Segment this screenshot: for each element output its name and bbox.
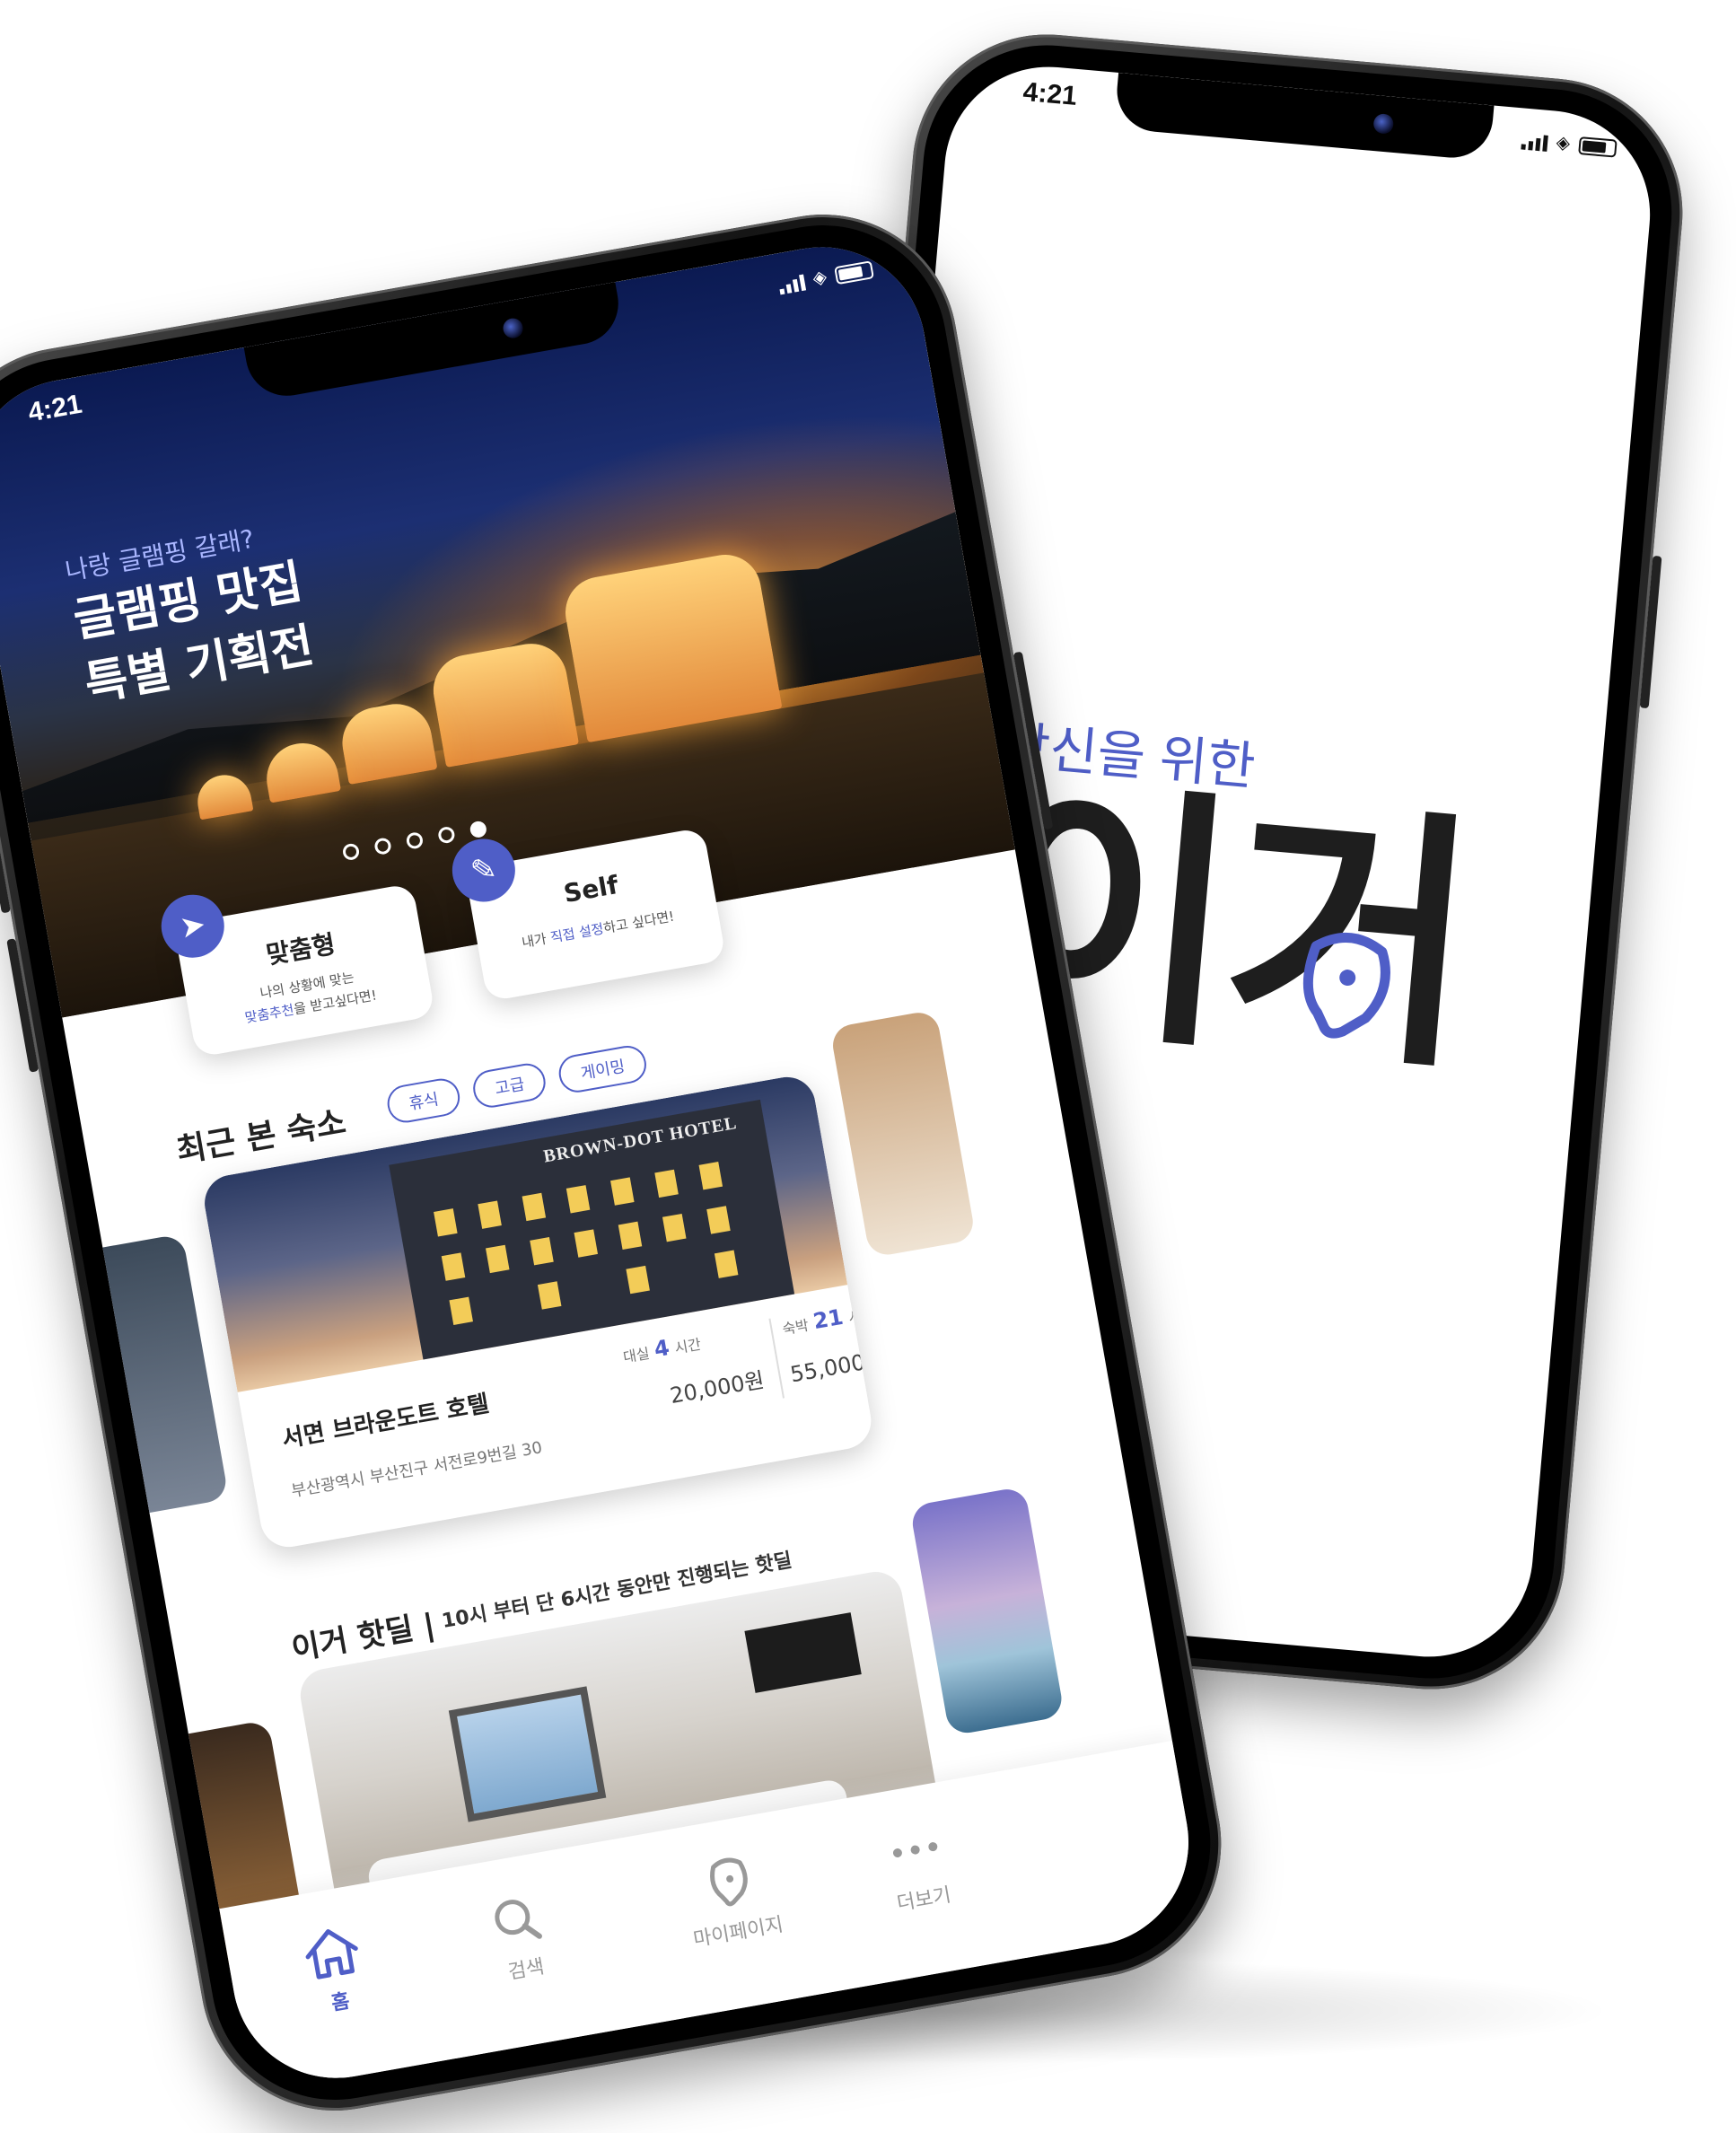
- tab-label: 검색: [506, 1955, 547, 1985]
- battery-icon: [1578, 136, 1618, 158]
- tab-mypage[interactable]: 마이페이지: [641, 1841, 824, 1959]
- rest-label: 대실: [621, 1344, 652, 1366]
- rest-unit: 시간: [673, 1335, 703, 1357]
- next-deal-card[interactable]: [909, 1486, 1065, 1736]
- carousel-dot[interactable]: [405, 830, 425, 850]
- carousel-dot[interactable]: [469, 820, 488, 839]
- mode-desc-highlight: 직접 설정: [548, 920, 605, 946]
- prev-hotel-card[interactable]: [66, 1233, 230, 1519]
- more-icon: [892, 1842, 938, 1858]
- tab-label: 더보기: [895, 1883, 953, 1916]
- status-time: 4:21: [1021, 76, 1079, 111]
- room-tv: [744, 1612, 862, 1693]
- glamping-tent: [427, 637, 580, 768]
- tag-chip[interactable]: 휴식: [384, 1075, 463, 1126]
- mode-desc-post: 하고 싶다면!: [601, 908, 676, 937]
- room-window: [448, 1686, 607, 1822]
- tab-home[interactable]: 홈: [261, 1915, 409, 2027]
- custom-mode-card[interactable]: ➤ 맞춤형 나의 상황에 맞는 맞춤추천을 받고싶다면!: [156, 882, 436, 1058]
- logo-pin-icon: [1302, 932, 1390, 1039]
- rest-hours: 4: [652, 1334, 671, 1363]
- hotel-name: 서면 브라운도트 호텔: [280, 1390, 492, 1453]
- stay-unit: 시 부터: [846, 1302, 876, 1327]
- carousel-dot[interactable]: [373, 837, 392, 856]
- status-time: 4:21: [25, 389, 84, 428]
- signal-icon: [1520, 133, 1548, 152]
- mode-desc-pre: 내가: [520, 929, 552, 952]
- status-bar: 4:21 ◈: [950, 67, 1658, 169]
- battery-icon: [834, 260, 874, 285]
- stay-label: 숙박: [781, 1316, 811, 1339]
- carousel-dot[interactable]: [341, 842, 361, 862]
- side-button: [1639, 555, 1662, 709]
- home-icon: [305, 1929, 358, 1979]
- tag-chip[interactable]: 게이밍: [556, 1042, 650, 1095]
- next-hotel-card[interactable]: [829, 1009, 977, 1259]
- carousel-dot[interactable]: [436, 825, 456, 845]
- signal-icon: [777, 274, 806, 295]
- rest-price-box: 대실4 시간 20,000원: [620, 1319, 771, 1441]
- stay-price: 55,000원: [788, 1346, 876, 1388]
- stay-hour: 21: [811, 1304, 846, 1335]
- tag-chip[interactable]: 고급: [470, 1060, 549, 1110]
- tab-label: 마이페이지: [691, 1913, 785, 1952]
- tab-more[interactable]: 더보기: [845, 1812, 993, 1924]
- pin-icon: [710, 1857, 748, 1907]
- glamping-tent: [559, 549, 783, 743]
- wifi-icon: ◈: [1555, 130, 1572, 154]
- wifi-icon: ◈: [811, 265, 829, 289]
- mode-desc-highlight: 맞춤추천: [243, 1001, 295, 1027]
- tab-label: 홈: [329, 1989, 352, 2015]
- stay-price-box: 숙박21 시 부터 55,000원: [779, 1288, 876, 1413]
- search-icon: [495, 1900, 542, 1939]
- rest-price: 20,000원: [668, 1367, 767, 1409]
- self-mode-card[interactable]: ✎ Self 내가 직접 설정하고 싶다면!: [447, 827, 727, 1002]
- tab-search[interactable]: 검색: [446, 1882, 594, 1994]
